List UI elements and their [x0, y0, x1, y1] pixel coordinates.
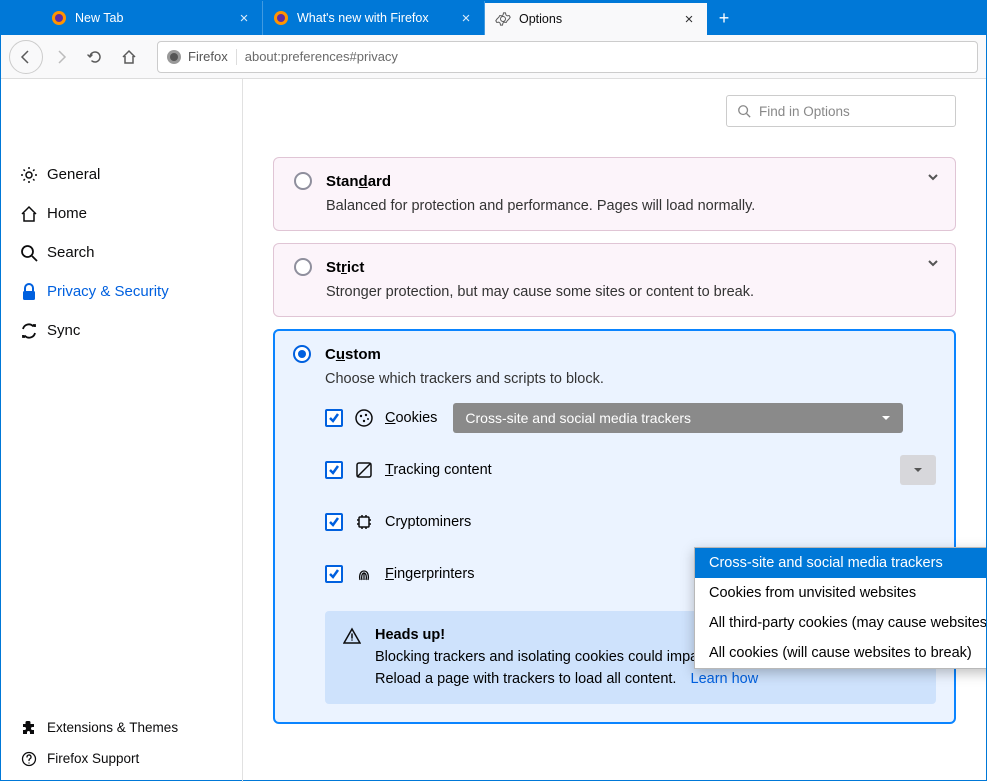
- card-title: Standard: [326, 173, 391, 190]
- dropdown-item[interactable]: Cross-site and social media trackers: [695, 548, 986, 578]
- radio-custom[interactable]: [293, 345, 311, 363]
- tab-whats-new[interactable]: What's new with Firefox ×: [263, 1, 485, 35]
- option-cryptominers: Cryptominers: [325, 507, 936, 537]
- forward-button[interactable]: [45, 41, 77, 73]
- sidebar-item-search[interactable]: Search: [1, 233, 242, 272]
- card-title: Strict: [326, 259, 364, 276]
- option-tracking: Tracking content: [325, 455, 936, 485]
- search-icon: [19, 243, 39, 263]
- card-title: Custom: [325, 346, 381, 363]
- sidebar-label: Sync: [47, 322, 80, 339]
- tab-strip: New Tab × What's new with Firefox × Opti…: [1, 1, 986, 35]
- chevron-down-icon: [913, 465, 923, 475]
- reload-button[interactable]: [79, 41, 111, 73]
- tracking-icon: [355, 461, 373, 479]
- firefox-icon: [273, 10, 289, 26]
- puzzle-icon: [21, 720, 37, 736]
- sidebar-label: Firefox Support: [47, 751, 139, 766]
- tab-new-tab[interactable]: New Tab ×: [41, 1, 263, 35]
- radio-strict[interactable]: [294, 258, 312, 276]
- option-label: Cookies: [385, 410, 437, 426]
- search-icon: [737, 104, 751, 118]
- close-icon[interactable]: ×: [236, 10, 252, 27]
- sidebar-label: Search: [47, 244, 95, 261]
- url-text: about:preferences#privacy: [245, 49, 398, 64]
- help-icon: [21, 751, 37, 767]
- cookies-select[interactable]: Cross-site and social media trackers: [453, 403, 903, 433]
- close-icon[interactable]: ×: [458, 10, 474, 27]
- option-label: Cryptominers: [385, 514, 471, 530]
- sidebar-label: Extensions & Themes: [47, 720, 178, 735]
- new-tab-button[interactable]: +: [707, 1, 741, 35]
- checkbox-tracking[interactable]: [325, 461, 343, 479]
- identity-box[interactable]: Firefox: [166, 49, 237, 65]
- chevron-down-icon[interactable]: [927, 170, 939, 188]
- close-icon[interactable]: ×: [681, 11, 697, 28]
- url-bar[interactable]: Firefox about:preferences#privacy: [157, 41, 978, 73]
- notice-title: Heads up!: [375, 627, 445, 643]
- sidebar-item-extensions[interactable]: Extensions & Themes: [1, 712, 242, 743]
- cookies-dropdown: Cross-site and social media trackers Coo…: [694, 547, 986, 669]
- chevron-down-icon[interactable]: [927, 256, 939, 274]
- identity-label: Firefox: [188, 49, 228, 64]
- protection-card-strict[interactable]: Strict Stronger protection, but may caus…: [273, 243, 956, 317]
- checkbox-fingerprinters[interactable]: [325, 565, 343, 583]
- card-description: Choose which trackers and scripts to blo…: [325, 371, 936, 387]
- sidebar-item-support[interactable]: Firefox Support: [1, 743, 242, 774]
- learn-how-link[interactable]: Learn how: [691, 671, 759, 687]
- firefox-icon: [51, 10, 67, 26]
- firefox-logo-icon: [166, 49, 182, 65]
- dropdown-item[interactable]: All cookies (will cause websites to brea…: [695, 638, 986, 668]
- dropdown-item[interactable]: Cookies from unvisited websites: [695, 578, 986, 608]
- options-search-input[interactable]: Find in Options: [726, 95, 956, 127]
- search-placeholder: Find in Options: [759, 104, 850, 119]
- tab-label: What's new with Firefox: [297, 11, 450, 25]
- sidebar-item-privacy[interactable]: Privacy & Security: [1, 272, 242, 311]
- main-panel: Find in Options Standard Balanced for pr…: [243, 79, 986, 782]
- sidebar-item-general[interactable]: General: [1, 155, 242, 194]
- sidebar-item-sync[interactable]: Sync: [1, 311, 242, 350]
- sidebar-item-home[interactable]: Home: [1, 194, 242, 233]
- sidebar-label: Privacy & Security: [47, 283, 169, 300]
- lock-icon: [19, 282, 39, 302]
- warning-icon: [343, 627, 361, 690]
- gear-icon: [19, 165, 39, 185]
- tab-options[interactable]: Options ×: [485, 1, 707, 35]
- option-label: Fingerprinters: [385, 566, 474, 582]
- home-icon: [19, 204, 39, 224]
- checkbox-cookies[interactable]: [325, 409, 343, 427]
- crypto-icon: [355, 513, 373, 531]
- back-button[interactable]: [9, 40, 43, 74]
- fingerprint-icon: [355, 565, 373, 583]
- select-value: Cross-site and social media trackers: [465, 410, 691, 426]
- home-button[interactable]: [113, 41, 145, 73]
- card-description: Balanced for protection and performance.…: [326, 198, 935, 214]
- chevron-down-icon: [881, 413, 891, 423]
- dropdown-item[interactable]: All third-party cookies (may cause websi…: [695, 608, 986, 638]
- card-description: Stronger protection, but may cause some …: [326, 284, 935, 300]
- option-cookies: Cookies Cross-site and social media trac…: [325, 403, 936, 433]
- option-label: Tracking content: [385, 462, 492, 478]
- tab-label: Options: [519, 12, 673, 26]
- sidebar-label: Home: [47, 205, 87, 222]
- cookie-icon: [355, 409, 373, 427]
- radio-standard[interactable]: [294, 172, 312, 190]
- gear-icon: [495, 11, 511, 27]
- tab-label: New Tab: [75, 11, 228, 25]
- checkbox-cryptominers[interactable]: [325, 513, 343, 531]
- tracking-select[interactable]: [900, 455, 936, 485]
- sidebar: General Home Search Privacy & Security S…: [1, 79, 243, 782]
- protection-card-standard[interactable]: Standard Balanced for protection and per…: [273, 157, 956, 231]
- sync-icon: [19, 321, 39, 341]
- sidebar-label: General: [47, 166, 100, 183]
- nav-toolbar: Firefox about:preferences#privacy: [1, 35, 986, 79]
